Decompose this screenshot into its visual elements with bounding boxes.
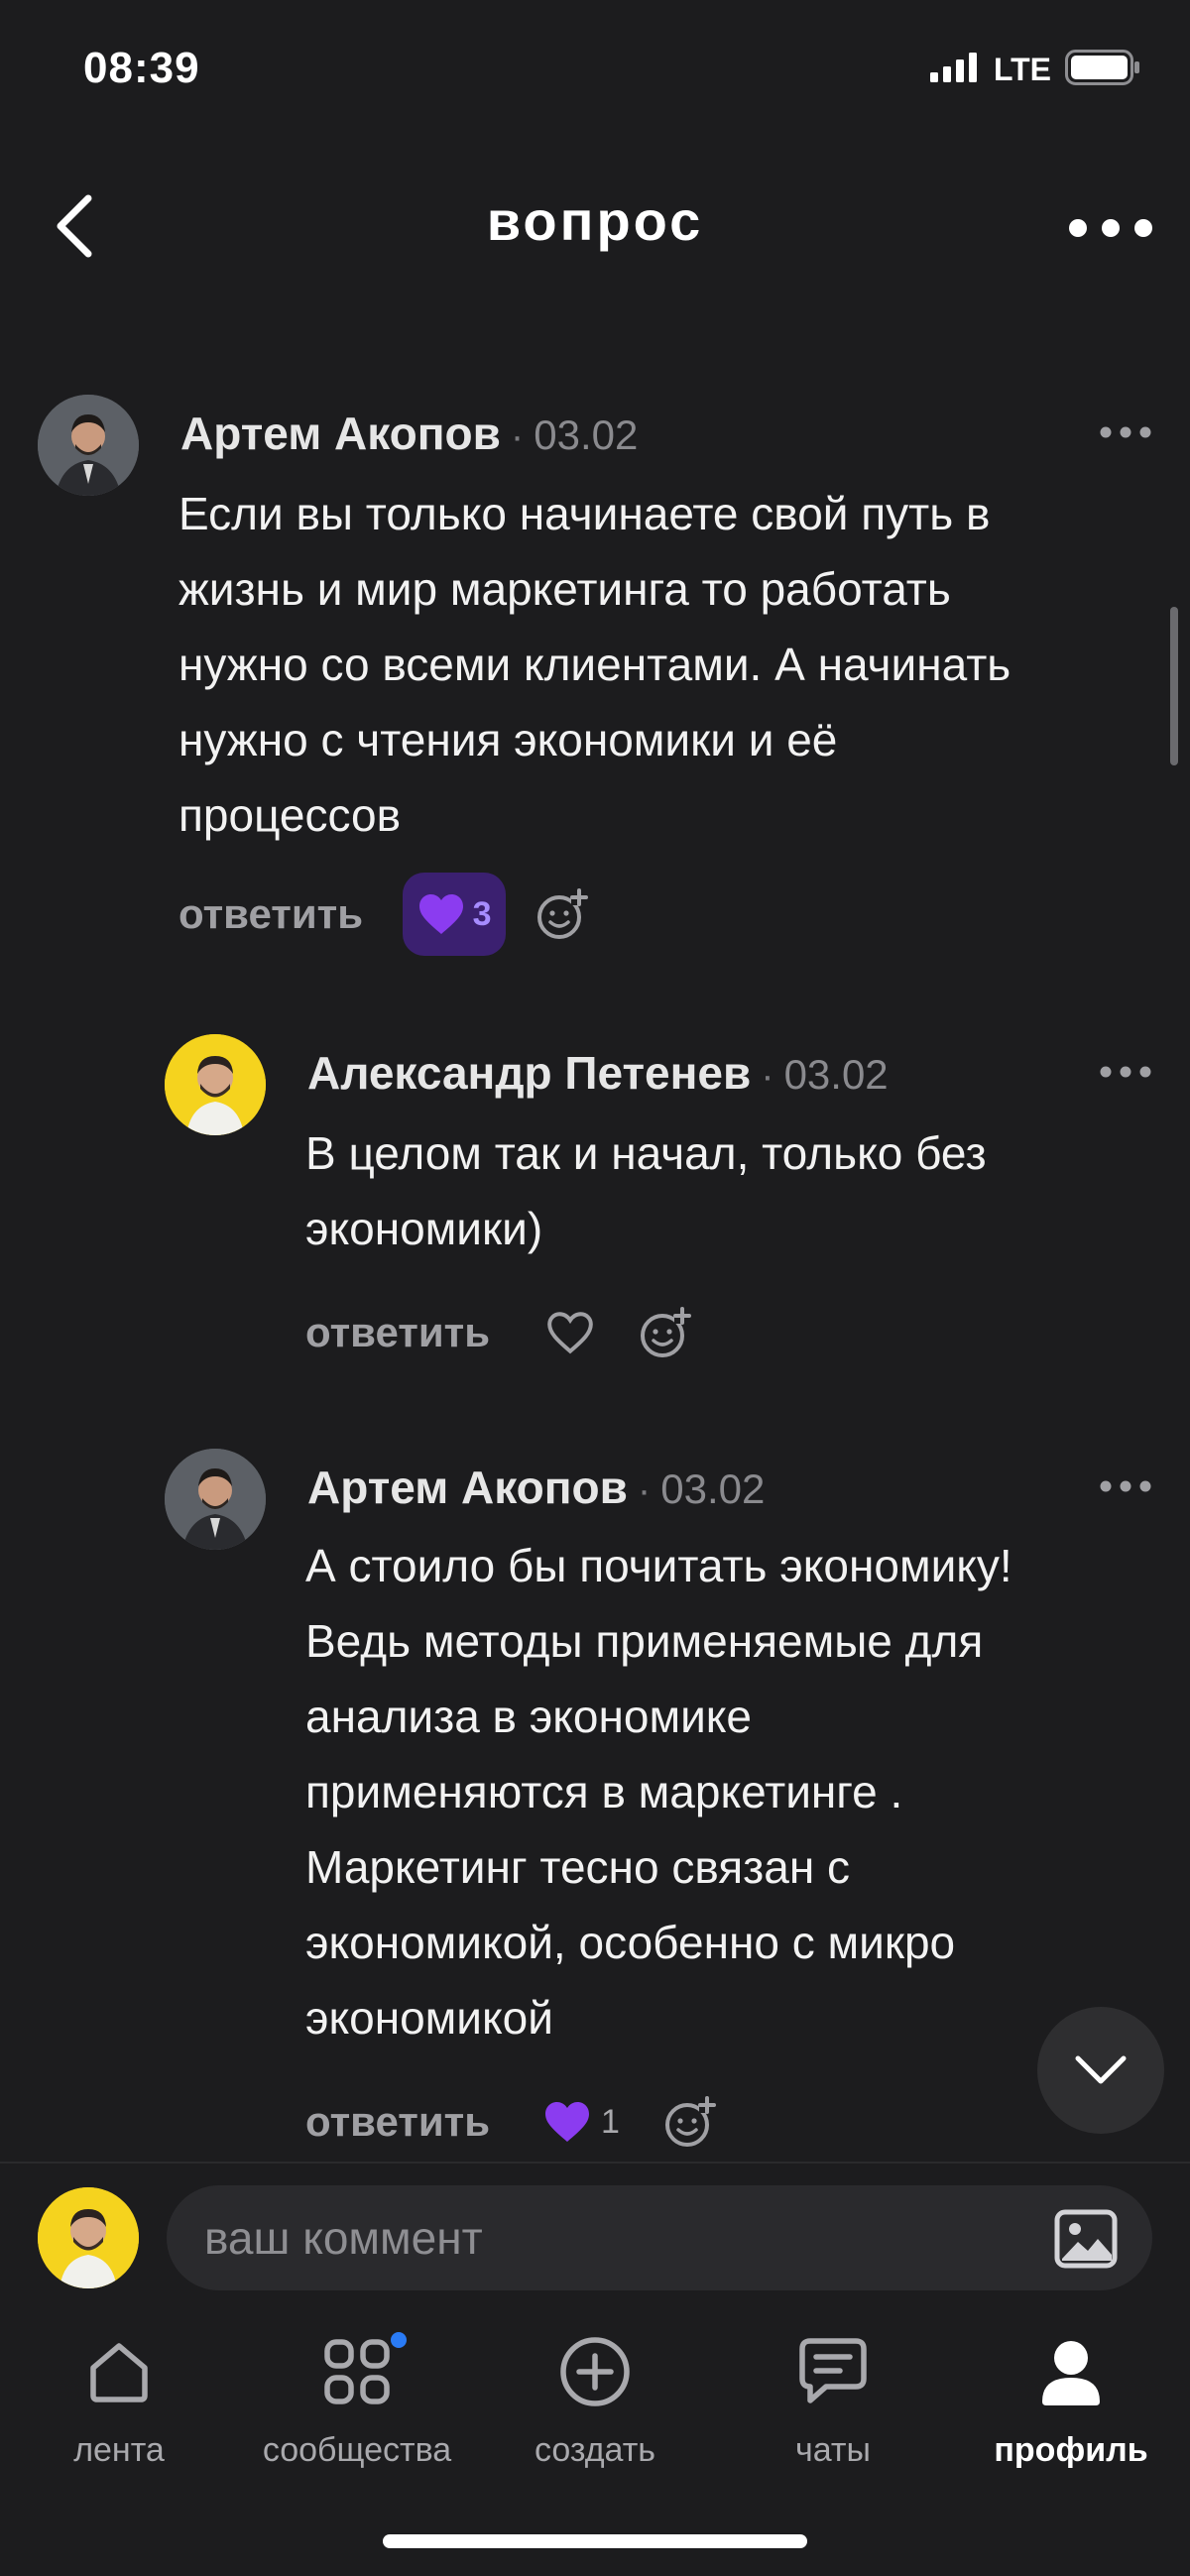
image-icon [1054, 2209, 1118, 2269]
avatar[interactable] [165, 1449, 266, 1550]
status-time: 08:39 [83, 44, 200, 92]
home-icon [83, 2330, 155, 2413]
comment-date: 03.02 [534, 411, 639, 458]
reply-button[interactable]: ответить [305, 1309, 490, 1356]
comment-date: 03.02 [660, 1465, 766, 1512]
scrollbar[interactable] [1170, 607, 1178, 765]
comment-author[interactable]: Александр Петенев [307, 1046, 751, 1100]
heart-filled-icon [418, 894, 463, 934]
comment-line: Если вы только начинаете свой путь в [178, 488, 991, 539]
comment-date: 03.02 [783, 1051, 889, 1098]
more-horizontal-icon [1100, 426, 1151, 438]
reply-button[interactable]: ответить [305, 2098, 490, 2146]
comment-header: Артем Акопов · 03.02 [180, 407, 638, 460]
notification-dot [391, 2332, 407, 2348]
battery-icon [1065, 50, 1140, 90]
signal-icon [929, 53, 980, 87]
page-title: вопрос [486, 189, 704, 252]
tab-feed[interactable]: лента [0, 2330, 238, 2470]
status-indicators: LTE [929, 50, 1140, 90]
comment: Артем Акопов · 03.02 Если вы только начи… [0, 387, 1190, 962]
heart-filled-icon [545, 2102, 590, 2142]
comment-input[interactable] [167, 2185, 1152, 2290]
tab-create[interactable]: создать [476, 2330, 714, 2470]
comment-actions: ответить 3 [178, 873, 589, 956]
comment-line: нужно со всеми клиентами. А начинать [178, 639, 1012, 690]
reply-button[interactable]: ответить [178, 890, 363, 938]
add-emoji-icon [537, 888, 589, 939]
tab-chats[interactable]: чаты [714, 2330, 952, 2470]
comment-header: Артем Акопов · 03.02 [307, 1461, 765, 1514]
attach-image-button[interactable] [1051, 2207, 1121, 2271]
comment-author[interactable]: Артем Акопов [307, 1461, 628, 1514]
tab-label: лента [73, 2431, 165, 2469]
tab-label: сообщества [262, 2431, 452, 2469]
like-button[interactable]: 3 [403, 873, 507, 956]
tab-profile[interactable]: профиль [952, 2330, 1190, 2470]
comment-line: В целом так и начал, только без [305, 1127, 987, 1179]
separator: · [637, 1468, 652, 1512]
tab-communities[interactable]: сообщества [238, 2330, 476, 2470]
status-bar: 08:39 LTE [0, 0, 1190, 149]
plus-circle-icon [558, 2330, 632, 2413]
more-horizontal-icon [1100, 1066, 1151, 1078]
comment-more-button[interactable] [1091, 1052, 1160, 1092]
add-emoji-icon [664, 2096, 716, 2147]
navigation-bar: вопрос [0, 169, 1190, 278]
more-horizontal-icon [1069, 219, 1152, 237]
comment-line: Маркетинг тесно связан с [305, 1841, 851, 1893]
scroll-to-bottom-button[interactable] [1037, 2007, 1164, 2134]
comment-line: анализа в экономике [305, 1691, 753, 1742]
comment-text: В целом так и начал, только без экономик… [305, 1115, 1168, 1266]
more-options-button[interactable] [1061, 188, 1160, 268]
more-horizontal-icon [1100, 1480, 1151, 1492]
add-reaction-button[interactable] [536, 887, 589, 941]
comment-line: жизнь и мир маркетинга то работать [178, 563, 951, 615]
comment-author[interactable]: Артем Акопов [180, 407, 501, 460]
comment-line: Ведь методы применяемые для [305, 1615, 984, 1667]
separator: · [510, 414, 525, 458]
comment-composer [0, 2162, 1190, 2302]
comment-line: экономикой [305, 1992, 553, 2044]
comment-line: нужно с чтения экономики и её [178, 714, 838, 765]
comment-text: Если вы только начинаете свой путь в жиз… [178, 476, 1170, 853]
heart-outline-icon [547, 1312, 593, 1354]
tab-label: чаты [795, 2431, 871, 2469]
comment-line: процессов [178, 789, 402, 841]
comment-actions: ответить [305, 1306, 692, 1359]
comment-text: А стоило бы почитать экономику! Ведь мет… [305, 1528, 1168, 2055]
profile-icon [1038, 2330, 1104, 2413]
add-reaction-button[interactable] [639, 1306, 692, 1359]
separator: · [761, 1054, 774, 1098]
comment-line: А стоило бы почитать экономику! [305, 1540, 1012, 1591]
tab-label: создать [534, 2431, 656, 2469]
comment-line: экономики) [305, 1203, 543, 1254]
avatar[interactable] [38, 395, 139, 496]
home-indicator [383, 2534, 807, 2548]
comment-more-button[interactable] [1091, 1466, 1160, 1506]
user-avatar[interactable] [38, 2187, 139, 2288]
comment-more-button[interactable] [1091, 412, 1160, 452]
network-type: LTE [993, 52, 1051, 87]
add-reaction-button[interactable] [663, 2095, 717, 2149]
like-count: 1 [601, 2102, 620, 2141]
avatar[interactable] [165, 1034, 266, 1135]
reply-comment: Александр Петенев · 03.02 В целом так и … [0, 1026, 1190, 1403]
add-emoji-icon [641, 1307, 692, 1357]
comment-header: Александр Петенев · 03.02 [307, 1046, 889, 1100]
tab-label: профиль [994, 2431, 1148, 2469]
comment-line: экономикой, особенно с микро [305, 1917, 956, 1968]
chat-icon [796, 2330, 870, 2413]
like-button[interactable] [545, 1310, 595, 1355]
like-count: 3 [472, 894, 492, 933]
chevron-down-icon [1075, 2055, 1127, 2084]
grid-icon [321, 2330, 407, 2413]
comment-actions: ответить 1 [305, 2095, 717, 2149]
reply-comment: Артем Акопов · 03.02 А стоило бы почитат… [0, 1441, 1190, 2162]
comment-line: применяются в маркетинге . [305, 1766, 903, 1817]
like-button[interactable]: 1 [543, 2100, 620, 2144]
